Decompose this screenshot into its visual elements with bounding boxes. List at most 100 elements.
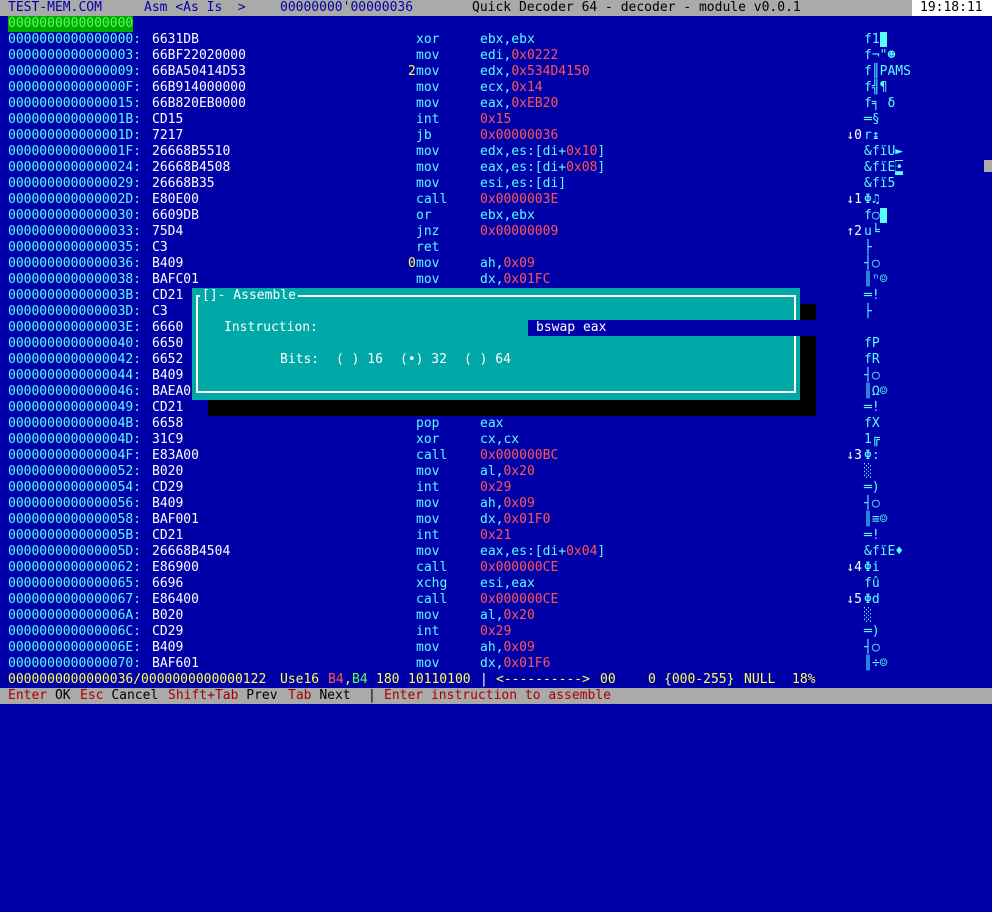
listing-row[interactable]: 000000000000001D: 7217 jb 0x00000036 ↓0 r↨ — [0, 128, 992, 144]
row-address[interactable]: 0000000000000040: — [8, 336, 141, 352]
listing-row[interactable]: 000000000000004F: E83A00 call 0x000000BC ↓3 Φ… — [0, 448, 992, 464]
row-address[interactable]: 0000000000000038: — [8, 272, 141, 288]
row-address[interactable]: 0000000000000036: — [8, 256, 141, 272]
row-address[interactable]: 000000000000005D: — [8, 544, 141, 560]
listing-row[interactable]: 0000000000000058: BAF001 mov dx,0x01F0 ║≡☺ — [0, 512, 992, 528]
row-address[interactable]: 0000000000000003: — [8, 48, 141, 64]
row-address[interactable]: 000000000000006A: — [8, 608, 141, 624]
row-address[interactable]: 0000000000000046: — [8, 384, 141, 400]
row-address[interactable]: 0000000000000067: — [8, 592, 141, 608]
row-address[interactable]: 0000000000000062: — [8, 560, 141, 576]
scroll-thumb[interactable] — [984, 160, 992, 172]
row-address[interactable]: 000000000000002D: — [8, 192, 141, 208]
row-address[interactable]: 000000000000003E: — [8, 320, 141, 336]
row-address[interactable]: 000000000000001D: — [8, 128, 141, 144]
row-ascii: r↨ — [864, 128, 880, 143]
row-address[interactable]: 000000000000005B: — [8, 528, 141, 544]
bits-radio-16[interactable]: ( ) 16 — [336, 352, 383, 368]
site-label: TEST-MEM.COM — [8, 0, 102, 15]
row-address[interactable]: 000000000000001F: — [8, 144, 141, 160]
row-hex-bytes: 66BA50414D53 — [152, 64, 246, 79]
row-address[interactable]: 0000000000000065: — [8, 576, 141, 592]
listing-row[interactable]: 000000000000002D: E80E00 call 0x0000003E ↓1 Φ… — [0, 192, 992, 208]
row-address[interactable]: 0000000000000058: — [8, 512, 141, 528]
listing-row[interactable]: 0000000000000015: 66B820EB0000 mov eax,0xEB… — [0, 96, 992, 112]
listing-row[interactable]: 000000000000006E: B409 mov ah,0x09 ┤○ — [0, 640, 992, 656]
row-address[interactable]: 000000000000004B: — [8, 416, 141, 432]
listing-row[interactable]: 000000000000006A: B020 mov al,0x20 ░ — [0, 608, 992, 624]
listing-row[interactable]: 0000000000000024: 26668B4508 mov eax,es:[di… — [0, 160, 992, 176]
listing-row[interactable]: 0000000000000062: E86900 call 0x000000CE ↓4 Φ… — [0, 560, 992, 576]
listing-row[interactable]: 0000000000000003: 66BF22020000 mov edi,0x02… — [0, 48, 992, 64]
listing-row[interactable]: 0000000000000054: CD29 int 0x29 ═) — [0, 480, 992, 496]
listing-row[interactable]: 000000000000000F: 66B914000000 mov ecx,0x14… — [0, 80, 992, 96]
listing-row[interactable]: 0000000000000056: B409 mov ah,0x09 ┤○ — [0, 496, 992, 512]
row-address[interactable]: 000000000000006C: — [8, 624, 141, 640]
row-address[interactable]: 0000000000000070: — [8, 656, 141, 672]
listing-row[interactable]: 0000000000000000: 6631DB xor ebx,ebx f1 — [0, 32, 992, 48]
listing-row[interactable]: 000000000000004B: 6658 pop eax fX — [0, 416, 992, 432]
listing-row[interactable]: 000000000000001F: 26668B5510 mov edx,es:[di… — [0, 144, 992, 160]
row-address[interactable]: 0000000000000035: — [8, 240, 141, 256]
instruction-input[interactable] — [528, 320, 960, 336]
row-address[interactable]: 0000000000000029: — [8, 176, 141, 192]
hint-bar: Enter OK Esc Cancel Shift+Tab Prev Tab N… — [0, 688, 992, 704]
row-address[interactable]: 0000000000000015: — [8, 96, 141, 112]
hint-shift-tab[interactable]: Shift+Tab Prev — [168, 688, 278, 704]
status-arrow: <----------> — [496, 672, 590, 687]
row-address[interactable]: 0000000000000030: — [8, 208, 141, 224]
position-readout: 00000000'00000036 — [280, 0, 414, 15]
row-address[interactable]: 000000000000006E: — [8, 640, 141, 656]
row-ascii: f║PAMS — [864, 64, 911, 79]
listing-row[interactable]: 000000000000006C: CD29 int 0x29 ═) — [0, 624, 992, 640]
bits-radio-64[interactable]: ( ) 64 — [464, 352, 511, 368]
hint-esc[interactable]: Esc Cancel — [80, 688, 158, 704]
row-mnemonic: mov — [416, 464, 440, 479]
row-address[interactable]: 0000000000000009: — [8, 64, 141, 80]
listing-row[interactable]: 000000000000005B: CD21 int 0x21 ═! — [0, 528, 992, 544]
listing-row[interactable]: 0000000000000029: 26668B35 mov esi,es:[di] &… — [0, 176, 992, 192]
row-address[interactable]: 000000000000001B: — [8, 112, 141, 128]
row-address[interactable]: 000000000000003B: — [8, 288, 141, 304]
row-address[interactable]: 0000000000000049: — [8, 400, 141, 416]
row-operands: ebx,ebx — [480, 32, 535, 47]
row-hex-bytes: 66B914000000 — [152, 80, 246, 95]
listing-row[interactable]: 0000000000000065: 6696 xchg esi,eax fû — [0, 576, 992, 592]
listing-row[interactable]: 0000000000000067: E86400 call 0x000000CE ↓5 Φ… — [0, 592, 992, 608]
listing-row[interactable]: 0000000000000030: 6609DB or ebx,ebx f○ — [0, 208, 992, 224]
row-address[interactable]: 0000000000000033: — [8, 224, 141, 240]
vertical-scrollbar[interactable] — [984, 16, 992, 672]
row-address[interactable]: 000000000000003D: — [8, 304, 141, 320]
bits-radio-32[interactable]: (•) 32 — [400, 352, 447, 368]
row-operands: al,0x20 — [480, 608, 535, 623]
listing-row[interactable]: 000000000000004D: 31C9 xor cx,cx 1╔ — [0, 432, 992, 448]
row-address[interactable]: 000000000000004F: — [8, 448, 141, 464]
row-address[interactable]: 0000000000000024: — [8, 160, 141, 176]
row-mnemonic: mov — [416, 176, 440, 191]
row-address[interactable]: 000000000000000F: — [8, 80, 141, 96]
selected-address[interactable]: 0000000000000000 — [8, 16, 134, 32]
listing-row[interactable]: 000000000000001B: CD15 int 0x15 ═§ — [0, 112, 992, 128]
row-address[interactable]: 0000000000000054: — [8, 480, 141, 496]
hint-enter[interactable]: Enter OK — [8, 688, 71, 704]
row-address[interactable]: 0000000000000042: — [8, 352, 141, 368]
mode-selector[interactable]: Asm <As Is > — [144, 0, 246, 16]
listing-row[interactable]: 0000000000000070: BAF601 mov dx,0x01F6 ║÷☺ — [0, 656, 992, 672]
row-address[interactable]: 0000000000000000: — [8, 32, 141, 48]
listing-row[interactable]: 0000000000000033: 75D4 jnz 0x00000009 ↑2 u╘ — [0, 224, 992, 240]
row-address[interactable]: 0000000000000052: — [8, 464, 141, 480]
listing-row[interactable]: 000000000000005D: 26668B4504 mov eax,es:[di… — [0, 544, 992, 560]
listing-row[interactable]: 0000000000000035: C3 ret ├ — [0, 240, 992, 256]
listing-row[interactable]: 0000000000000038: BAFC01 mov dx,0x01FC ║ⁿ☺ — [0, 272, 992, 288]
listing-row[interactable]: 0000000000000036: B409 0 mov ah,0x09 ┤○ — [0, 256, 992, 272]
hint-tab[interactable]: Tab Next — [288, 688, 351, 704]
listing-row[interactable]: 0000000000000009: 66BA50414D53 2 mov edx,0x5… — [0, 64, 992, 80]
row-ascii: &fïE♦ — [864, 544, 904, 559]
listing-row[interactable]: 0000000000000052: B020 mov al,0x20 ░ — [0, 464, 992, 480]
row-hex-bytes: CD29 — [152, 480, 184, 495]
row-hex-bytes: 6631DB — [152, 32, 199, 47]
row-address[interactable]: 000000000000004D: — [8, 432, 141, 448]
row-hex-bytes: E86900 — [152, 560, 199, 575]
row-address[interactable]: 0000000000000044: — [8, 368, 141, 384]
row-address[interactable]: 0000000000000056: — [8, 496, 141, 512]
